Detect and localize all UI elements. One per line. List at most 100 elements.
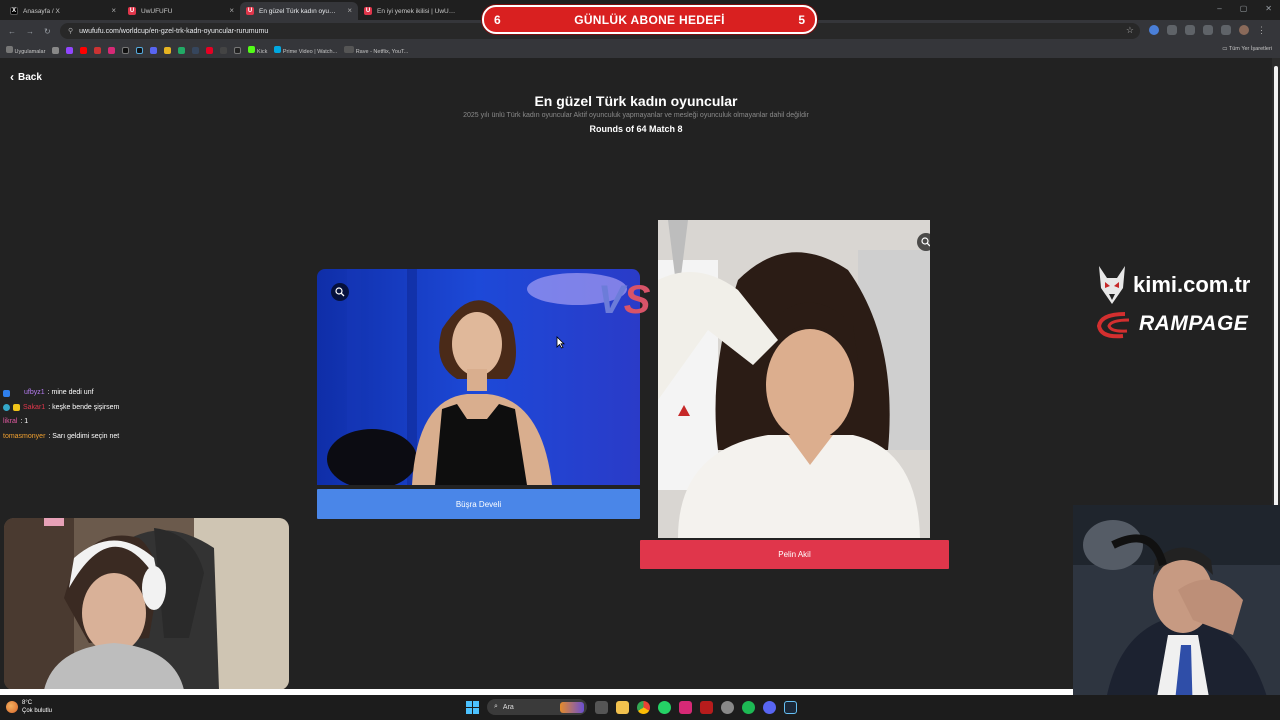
tab-food-worldcup[interactable]: U En iyi yemek ikilisi | UwUFUFU [358,2,476,20]
netflix-icon[interactable] [700,700,713,714]
round-info: Rounds of 64 Match 8 [589,124,683,134]
weather-widget[interactable]: 8°C Çok bulutlu [6,699,52,715]
threads-icon[interactable] [220,46,228,54]
reaction-video-feed [1073,505,1280,720]
extension-icon[interactable] [1167,25,1177,35]
zoom-icon[interactable] [917,233,930,251]
left-choice-button[interactable]: Büşra Develi [317,489,640,519]
magnifier-glyph [921,237,930,247]
chat-username: tomasmonyer [3,432,46,440]
close-icon[interactable]: × [347,6,352,15]
bookmark-prime[interactable]: Prime Video | Watch... [274,45,337,55]
bookmark-kick[interactable]: Kick [248,45,267,55]
taskbar-search[interactable]: ⌕ Ara [487,699,587,715]
bookmark-rave[interactable]: Rave - Netflix, YouT... [344,45,408,55]
page-subtitle: 2025 yılı ünlü Türk kadın oyuncular Akti… [463,112,809,119]
bookmark-star-icon[interactable]: ☆ [1126,25,1134,36]
back-button[interactable]: ‹ Back [10,70,42,84]
reload-icon[interactable]: ↻ [44,27,51,36]
extension-icon[interactable] [1203,25,1213,35]
extensions: ⋮ [1149,25,1266,35]
windows-start-icon[interactable] [466,700,479,714]
bookmark-icon[interactable] [164,46,172,54]
chrome-icon[interactable] [637,700,650,714]
minimize-icon[interactable]: – [1217,4,1221,13]
sponsor-rampage: RAMPAGE [1139,312,1249,335]
uwufufu-favicon-icon: U [246,7,254,15]
spotify-icon[interactable] [742,700,755,714]
task-view-icon[interactable] [595,700,608,714]
windows-taskbar: 8°C Çok bulutlu ⌕ Ara [0,695,1280,720]
profile-avatar-icon[interactable] [1239,25,1249,35]
bookmark-icon[interactable] [94,46,102,54]
chat-message: tomasmonyer: Sarı geldimi seçin net [3,430,119,445]
apps-grid-icon [6,45,13,53]
forward-arrow-icon[interactable]: → [26,27,34,36]
vs-letter-s: S [623,278,651,322]
badge-icon [3,404,10,412]
kick-icon [248,45,256,53]
tab-x[interactable]: X Anasayfa / X × [4,2,122,20]
instagram-icon[interactable] [679,700,692,714]
chat-text: : mine dedi unf [47,389,94,396]
file-explorer-icon[interactable] [616,700,629,714]
bookmark-icon[interactable] [178,46,186,54]
discord-icon[interactable] [150,46,158,54]
versus-label: VS [598,278,651,323]
instagram-icon[interactable] [108,46,116,54]
extension-icon[interactable] [1185,25,1195,35]
search-highlight-icon [560,701,584,713]
fox-mask-logo-icon [1099,266,1125,304]
chat-text: : 1 [20,418,29,425]
chat-username: Sakar1 [23,403,46,411]
tab-title: En iyi yemek ikilisi | UwUFUFU [377,7,457,15]
discord-icon[interactable] [763,700,776,714]
close-icon[interactable]: × [111,6,116,15]
badge-icon [3,389,10,397]
all-bookmarks[interactable]: ▭ Tüm Yer İşaretleri [1222,46,1272,52]
x-favicon-icon: X [10,7,18,15]
grid-icon[interactable] [52,46,60,54]
chat-text: : keşke bende şişirsem [48,403,120,411]
rave-icon [344,45,355,53]
reaction-video [1073,505,1280,720]
close-icon[interactable]: × [229,6,234,15]
maximize-icon[interactable]: ▢ [1240,4,1248,13]
back-arrow-icon[interactable]: ← [8,27,16,36]
chat-message: ufbyz1: mine dedi unf [3,386,119,401]
bookmark-icon[interactable] [234,46,242,54]
tab-title: Anasayfa / X [23,7,60,15]
steam-icon[interactable] [784,700,797,714]
pinterest-icon[interactable] [206,46,214,54]
weather-desc: Çok bulutlu [22,708,53,714]
x-icon[interactable] [122,46,130,54]
app-icon[interactable] [721,700,734,714]
tab-active-worldcup[interactable]: U En güzel Türk kadın oyuncular | × [240,2,358,20]
site-info-icon[interactable]: ⚲ [68,27,73,35]
menu-dots-icon[interactable]: ⋮ [1257,25,1266,35]
subscriber-goal-banner: 6 GÜNLÜK ABONE HEDEFİ 5 [482,5,817,34]
tumblr-icon[interactable] [192,46,200,54]
right-choice-button[interactable]: Pelin Akil [640,540,949,569]
extension-icon[interactable] [1149,25,1159,35]
close-window-icon[interactable]: ✕ [1265,4,1272,13]
streamer-webcam [4,518,289,690]
webcam-feed [4,518,289,690]
whatsapp-icon[interactable] [658,700,671,714]
tab-uwufufu[interactable]: U UwUFUFU × [122,2,240,20]
chat-message: likral: 1 [3,415,119,430]
page-title: En güzel Türk kadın oyuncular [534,93,738,109]
nav-buttons: ← → ↻ [0,27,51,36]
tiktok-icon[interactable] [136,46,144,54]
bookmark-apps[interactable]: Uygulamalar [6,45,45,55]
bookmarks-bar: Uygulamalar Kick Prime Video | Watch... … [0,42,1280,58]
right-choice-image[interactable] [658,220,930,538]
chat-username: likral [3,418,18,425]
youtube-icon[interactable] [80,46,88,54]
puzzle-icon[interactable] [1221,25,1231,35]
zoom-icon[interactable] [331,283,349,301]
twitch-icon[interactable] [66,46,74,54]
left-choice-image[interactable] [317,269,640,485]
sponsor-kimi: kimi.com.tr [1133,272,1251,297]
chat-text: : Sarı geldimi seçin net [48,432,120,440]
